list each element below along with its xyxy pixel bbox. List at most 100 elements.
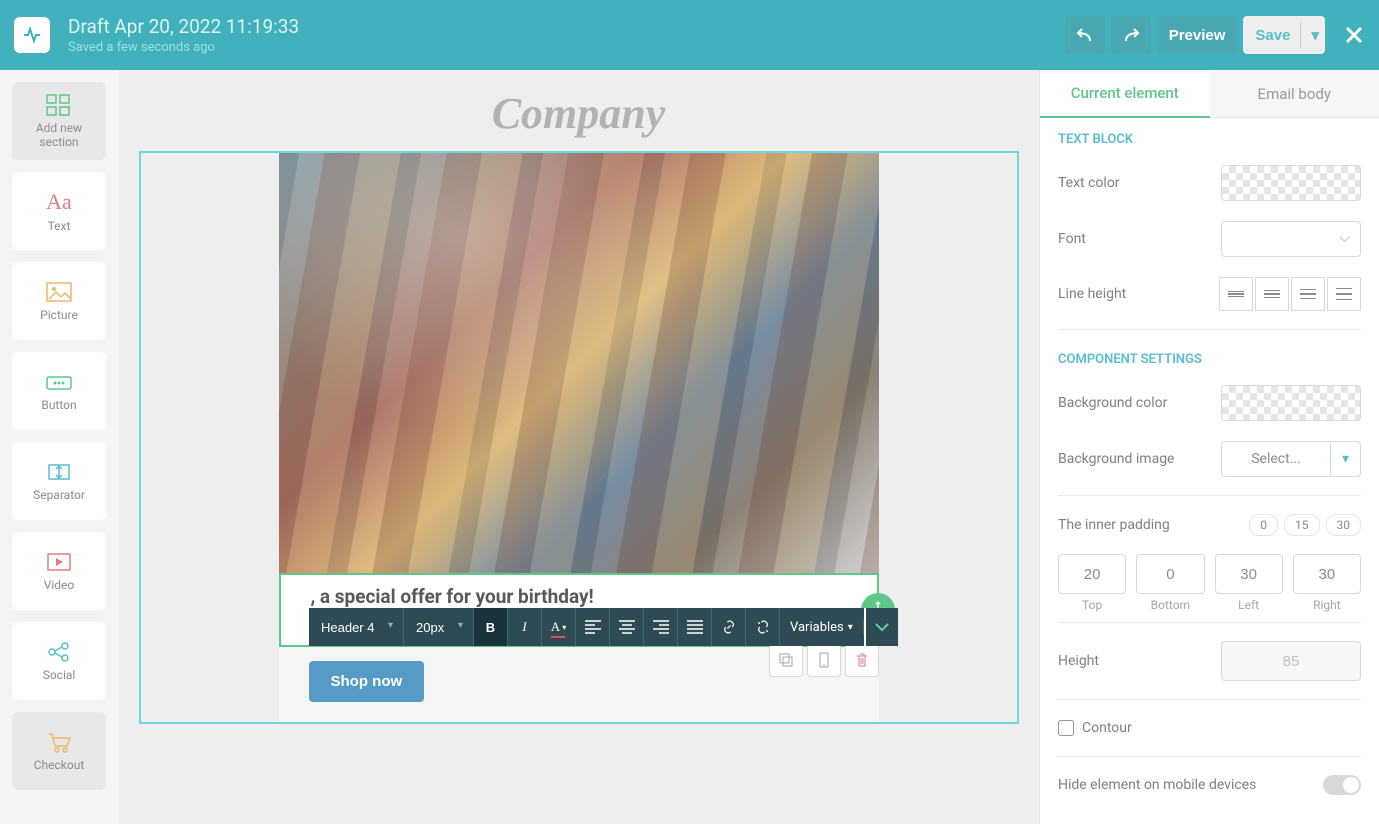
label-height: Height — [1058, 653, 1221, 669]
sidebar-item-text[interactable]: Aa Text — [12, 172, 106, 250]
tab-current-element[interactable]: Current element — [1040, 70, 1210, 118]
font-select[interactable] — [1221, 221, 1361, 257]
preset-30[interactable]: 30 — [1326, 514, 1362, 536]
bg-image-select[interactable]: Select... — [1221, 441, 1331, 477]
align-right-icon — [653, 620, 669, 634]
label-text-color: Text color — [1058, 175, 1221, 191]
delete-button[interactable] — [845, 643, 879, 677]
save-label: Save — [1255, 27, 1290, 44]
video-icon — [45, 550, 73, 574]
unlink-icon — [755, 619, 771, 635]
chevron-down-icon — [874, 621, 890, 633]
hide-mobile-toggle[interactable] — [1323, 775, 1361, 795]
text-color-button[interactable]: A▾ — [542, 608, 576, 646]
line-height-tight[interactable] — [1219, 277, 1253, 311]
social-icon — [45, 640, 73, 664]
link-icon — [721, 619, 737, 635]
app-header: Draft Apr 20, 2022 11:19:33 Saved a few … — [0, 0, 1379, 70]
padding-bottom-input[interactable] — [1136, 554, 1204, 594]
sidebar-item-picture[interactable]: Picture — [12, 262, 106, 340]
heading-select[interactable]: Header 4 — [309, 608, 403, 646]
preset-0[interactable]: 0 — [1249, 514, 1278, 536]
label-bg-image: Background image — [1058, 451, 1221, 467]
bold-button[interactable]: B — [474, 608, 508, 646]
line-height-xloose[interactable] — [1327, 277, 1361, 311]
text-icon: Aa — [46, 189, 72, 215]
label-contour: Contour — [1082, 720, 1132, 736]
sidebar-item-button[interactable]: Button — [12, 352, 106, 430]
text-block-title[interactable]: , a special offer for your birthday! — [311, 585, 847, 608]
preset-15[interactable]: 15 — [1284, 514, 1320, 536]
picture-icon — [45, 280, 73, 304]
bg-color-swatch[interactable] — [1221, 385, 1361, 421]
font-size-select[interactable]: 20px — [404, 608, 473, 646]
label-padding: The inner padding — [1058, 517, 1249, 533]
sidebar-item-social[interactable]: Social — [12, 622, 106, 700]
variables-dropdown[interactable]: Variables ▾ — [780, 620, 864, 635]
height-input[interactable] — [1221, 641, 1361, 681]
redo-button[interactable] — [1111, 16, 1151, 54]
text-color-swatch[interactable] — [1221, 165, 1361, 201]
undo-button[interactable] — [1065, 16, 1105, 54]
hero-image[interactable] — [279, 153, 879, 573]
line-height-normal[interactable] — [1255, 277, 1289, 311]
sidebar-label: Button — [41, 398, 76, 412]
sidebar-item-checkout[interactable]: Checkout — [12, 712, 106, 790]
sidebar-item-add-section[interactable]: Add new section — [12, 82, 106, 160]
align-center-button[interactable] — [610, 608, 644, 646]
tab-email-body[interactable]: Email body — [1210, 70, 1379, 118]
preview-button[interactable]: Preview — [1157, 16, 1238, 54]
label-hide-mobile: Hide element on mobile devices — [1058, 777, 1323, 793]
shop-now-button[interactable]: Shop now — [309, 661, 425, 702]
align-center-icon — [619, 620, 635, 634]
save-caret-icon[interactable]: ▾ — [1300, 22, 1319, 48]
padding-top-input[interactable] — [1058, 554, 1126, 594]
section-heading-text-block: TEXT BLOCK — [1040, 118, 1379, 155]
title-block: Draft Apr 20, 2022 11:19:33 Saved a few … — [68, 15, 1065, 55]
saved-status: Saved a few seconds ago — [68, 40, 1065, 55]
padding-right-input[interactable] — [1293, 554, 1361, 594]
unlink-button[interactable] — [746, 608, 780, 646]
bg-image-caret[interactable]: ▾ — [1331, 441, 1361, 477]
padding-left-input[interactable] — [1215, 554, 1283, 594]
label-right: Right — [1293, 598, 1361, 612]
properties-panel: Current element Email body TEXT BLOCK Te… — [1039, 70, 1379, 824]
label-line-height: Line height — [1058, 286, 1219, 302]
label-top: Top — [1058, 598, 1126, 612]
collapse-toolbar-button[interactable] — [864, 608, 898, 646]
chevron-down-icon: ▾ — [848, 622, 853, 633]
align-right-button[interactable] — [644, 608, 678, 646]
sidebar-label: Video — [44, 578, 75, 592]
label-font: Font — [1058, 231, 1221, 247]
sidebar-item-video[interactable]: Video — [12, 532, 106, 610]
close-button[interactable] — [1343, 24, 1365, 46]
email-canvas[interactable]: Company , a special offer for your birth… — [118, 70, 1039, 824]
close-icon — [1343, 24, 1365, 46]
align-justify-button[interactable] — [678, 608, 712, 646]
section-heading-component: COMPONENT SETTINGS — [1040, 338, 1379, 375]
align-left-button[interactable] — [576, 608, 610, 646]
sidebar-label: Social — [43, 668, 76, 682]
contour-checkbox[interactable] — [1058, 720, 1074, 736]
align-justify-icon — [687, 620, 703, 634]
align-left-icon — [585, 620, 601, 634]
save-button[interactable]: Save ▾ — [1243, 16, 1325, 54]
mobile-icon — [816, 652, 832, 668]
line-height-loose[interactable] — [1291, 277, 1325, 311]
italic-button[interactable]: I — [508, 608, 542, 646]
separator-icon — [45, 460, 73, 484]
redo-icon — [1122, 26, 1140, 44]
duplicate-button[interactable] — [769, 643, 803, 677]
sidebar-label: Separator — [33, 488, 85, 502]
sidebar-item-separator[interactable]: Separator — [12, 442, 106, 520]
label-bg-color: Background color — [1058, 395, 1221, 411]
app-logo — [14, 17, 50, 53]
widget-sidebar: Add new section Aa Text Picture Button S… — [0, 70, 118, 824]
block-actions — [769, 643, 879, 677]
undo-icon — [1076, 26, 1094, 44]
copy-icon — [778, 652, 794, 668]
rich-text-toolbar: Header 4 20px B I A▾ Variables ▾ — [309, 608, 898, 646]
link-button[interactable] — [712, 608, 746, 646]
grid-icon — [45, 93, 73, 117]
mobile-preview-button[interactable] — [807, 643, 841, 677]
